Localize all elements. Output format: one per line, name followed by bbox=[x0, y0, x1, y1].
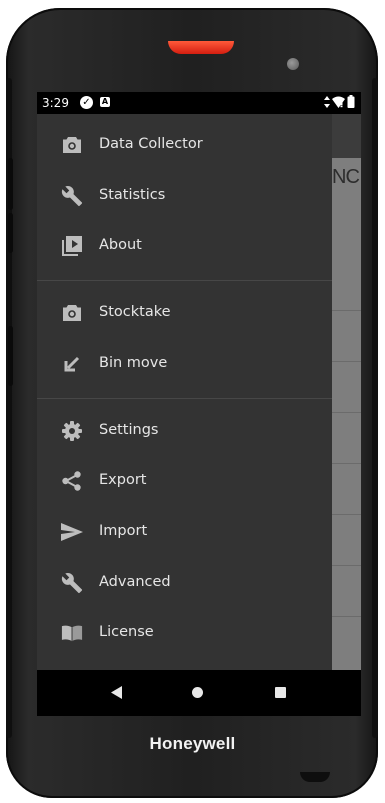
menu-item-stocktake[interactable]: Stocktake bbox=[37, 288, 332, 338]
navigation-drawer: Data Collector Statistics About Stocktak… bbox=[37, 114, 332, 670]
menu-item-import[interactable]: Import bbox=[37, 507, 332, 557]
menu-item-label: About bbox=[99, 237, 142, 253]
home-icon[interactable] bbox=[192, 687, 203, 698]
menu-item-label: Stocktake bbox=[99, 304, 171, 320]
status-bar: 3:29 ✓ A bbox=[37, 92, 361, 114]
list-divider bbox=[332, 616, 361, 617]
list-divider bbox=[332, 310, 361, 311]
send-icon bbox=[61, 521, 83, 543]
gear-icon bbox=[61, 420, 83, 442]
camera-icon bbox=[61, 134, 83, 156]
menu-item-label: Advanced bbox=[99, 574, 171, 590]
list-divider bbox=[332, 361, 361, 362]
list-divider bbox=[332, 514, 361, 515]
check-circle-icon: ✓ bbox=[80, 96, 93, 109]
menu-item-label: Export bbox=[99, 472, 147, 488]
background-app-toolbar bbox=[332, 114, 361, 158]
share-icon bbox=[61, 470, 83, 492]
list-divider bbox=[332, 463, 361, 464]
wrench-icon bbox=[61, 572, 83, 594]
menu-item-settings[interactable]: Settings bbox=[37, 406, 332, 456]
menu-item-export[interactable]: Export bbox=[37, 456, 332, 506]
brand-logo: Honeywell bbox=[149, 734, 236, 753]
front-camera bbox=[287, 58, 299, 70]
book-icon bbox=[61, 622, 83, 644]
menu-item-license[interactable]: License bbox=[37, 608, 332, 658]
menu-divider bbox=[37, 280, 332, 281]
wifi-icon bbox=[332, 96, 345, 108]
menu-item-label: Statistics bbox=[99, 187, 166, 203]
menu-item-about[interactable]: About bbox=[37, 221, 332, 271]
list-divider bbox=[332, 412, 361, 413]
menu-item-label: Import bbox=[99, 523, 148, 539]
background-app-heading: NC bbox=[332, 166, 360, 188]
data-arrows-icon bbox=[324, 95, 330, 108]
status-icons bbox=[324, 95, 355, 108]
status-time: 3:29 bbox=[42, 96, 69, 110]
scan-side-button[interactable] bbox=[8, 326, 13, 386]
menu-item-label: Settings bbox=[99, 422, 159, 438]
menu-item-label: Bin move bbox=[99, 355, 168, 371]
arrow-down-left-icon bbox=[61, 353, 83, 375]
device-side-rim-right bbox=[372, 78, 378, 738]
back-icon[interactable] bbox=[111, 686, 123, 699]
menu-item-label: Data Collector bbox=[99, 136, 203, 152]
menu-divider bbox=[37, 398, 332, 399]
notification-a-icon: A bbox=[100, 97, 110, 107]
menu-item-label: License bbox=[99, 624, 154, 640]
recents-icon[interactable] bbox=[275, 687, 286, 698]
system-navigation-bar bbox=[37, 670, 361, 716]
menu-item-statistics[interactable]: Statistics bbox=[37, 171, 332, 221]
battery-icon bbox=[347, 95, 355, 108]
menu-item-advanced[interactable]: Advanced bbox=[37, 558, 332, 608]
video-library-icon bbox=[61, 235, 83, 257]
menu-item-data-collector[interactable]: Data Collector bbox=[37, 120, 332, 170]
list-divider bbox=[332, 565, 361, 566]
background-app-content: NC bbox=[332, 114, 361, 670]
camera-icon bbox=[61, 302, 83, 324]
device-screen: 3:29 ✓ A NC Data Collector Statistics Ab… bbox=[37, 92, 361, 716]
earpiece-speaker bbox=[168, 41, 234, 54]
menu-item-bin-move[interactable]: Bin move bbox=[37, 339, 332, 389]
volume-button[interactable] bbox=[8, 158, 13, 210]
volume-button-lower[interactable] bbox=[8, 213, 13, 253]
wrench-icon bbox=[61, 185, 83, 207]
